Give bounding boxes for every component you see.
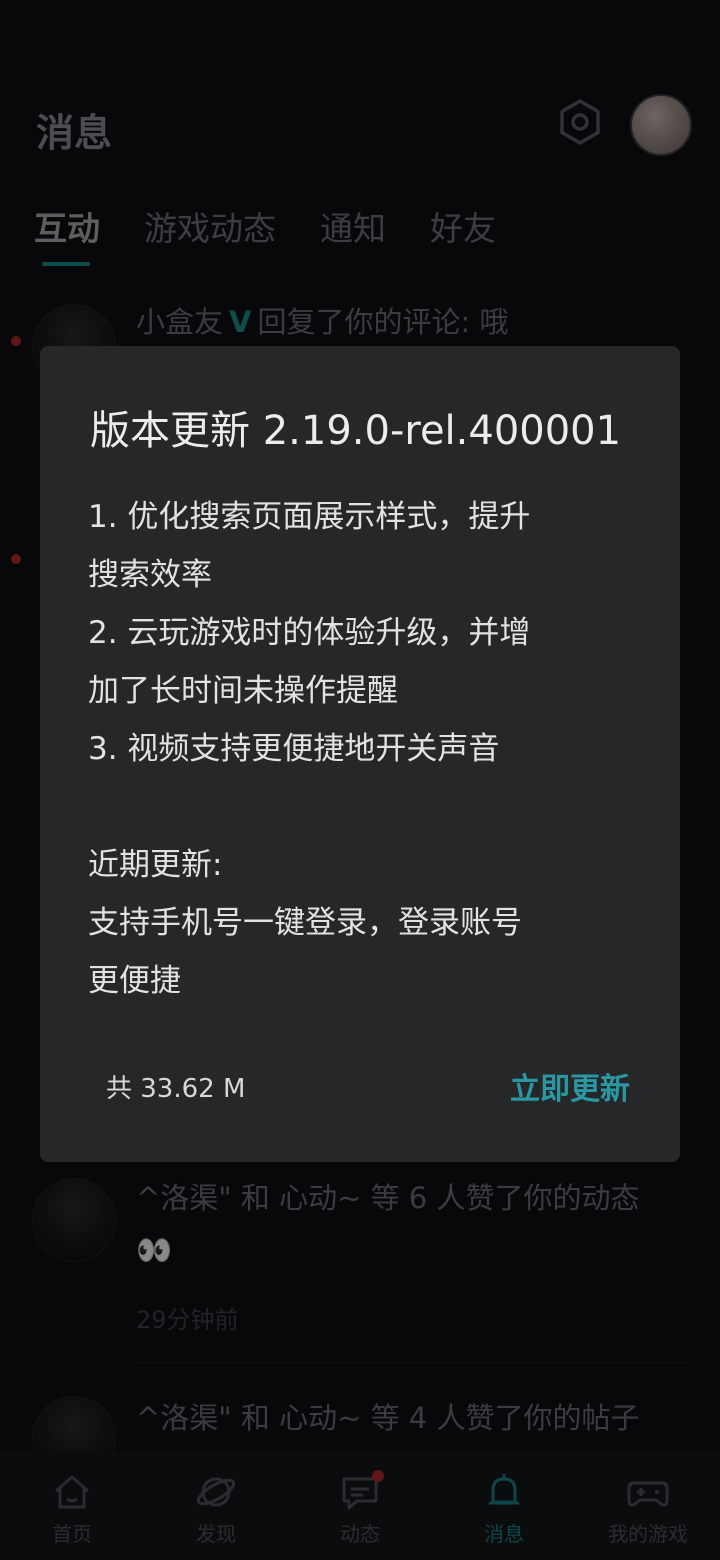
- release-note-line: 3. 视频支持更便捷地开关声音: [88, 731, 500, 767]
- update-now-button[interactable]: 立即更新: [510, 1064, 630, 1108]
- release-note-line: 搜索效率: [88, 557, 212, 593]
- recent-update-line: 更便捷: [88, 963, 181, 999]
- update-dialog: 版本更新 2.19.0-rel.400001 1. 优化搜索页面展示样式，提升 …: [40, 346, 680, 1162]
- messages-page: 消息 互动 游戏动态 通知 好友 小盒友 V 回复了你的评论: 哦 ^洛渠" 和…: [0, 0, 720, 1560]
- recent-update-line: 支持手机号一键登录，登录账号: [88, 905, 522, 941]
- download-size: 共 33.62 M: [106, 1074, 246, 1104]
- dialog-title: 版本更新 2.19.0-rel.400001: [90, 408, 622, 454]
- release-note-line: 加了长时间未操作提醒: [88, 673, 398, 709]
- release-note-line: 1. 优化搜索页面展示样式，提升: [88, 499, 531, 535]
- recent-updates-title: 近期更新:: [88, 847, 223, 883]
- release-notes: 1. 优化搜索页面展示样式，提升 搜索效率 2. 云玩游戏时的体验升级，并增 加…: [88, 488, 618, 1010]
- release-note-line: 2. 云玩游戏时的体验升级，并增: [88, 615, 531, 651]
